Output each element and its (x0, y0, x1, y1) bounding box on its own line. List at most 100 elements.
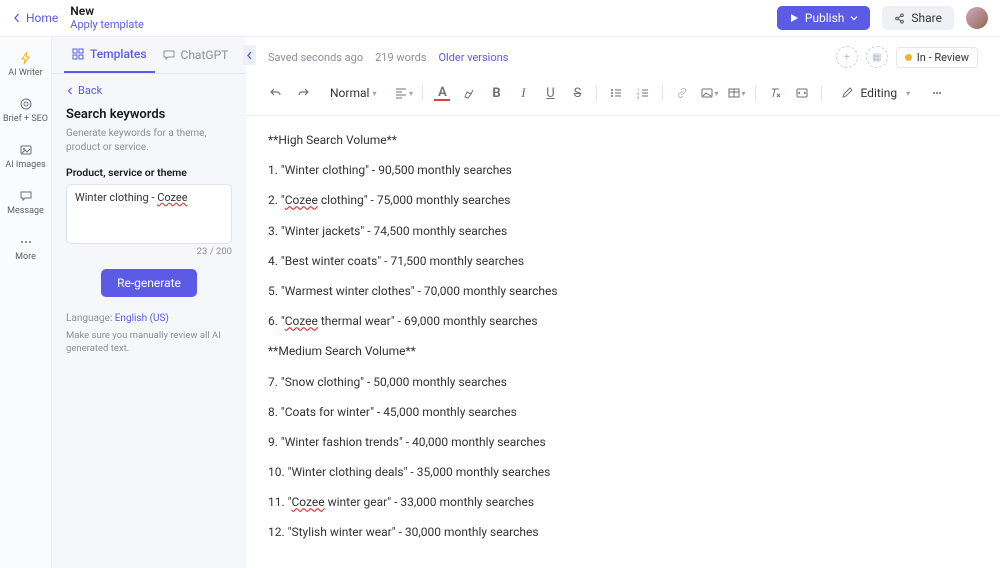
chevron-left-icon (12, 13, 22, 23)
doc-line: 8. "Coats for winter" - 45,000 monthly s… (268, 404, 978, 420)
chevron-down-icon: ▾ (741, 89, 745, 98)
svg-text:3: 3 (637, 95, 639, 100)
user-plus-icon: + (844, 52, 850, 63)
text-color-icon: A (434, 86, 450, 101)
link-button[interactable] (670, 81, 694, 105)
doc-line: 11. "Cozee winter gear" - 33,000 monthly… (268, 494, 978, 510)
undo-icon (269, 86, 283, 100)
review-status[interactable]: In - Review (896, 47, 978, 68)
doc-line: 4. "Best winter coats" - 71,500 monthly … (268, 253, 978, 269)
share-icon (894, 13, 905, 24)
code-icon (795, 86, 809, 100)
add-collaborator-button[interactable]: + (836, 46, 858, 68)
dots-icon (19, 235, 33, 249)
back-label: Back (78, 84, 102, 97)
text-color-button[interactable]: A (430, 81, 454, 105)
theme-input[interactable]: Winter clothing - Cozee (66, 184, 232, 244)
publish-button[interactable]: Publish (777, 6, 871, 30)
apply-template-link[interactable]: Apply template (70, 19, 143, 31)
back-link[interactable]: Back (52, 74, 246, 107)
collapse-panel-button[interactable] (243, 45, 256, 65)
bold-button[interactable]: B (484, 81, 508, 105)
chevron-down-icon: ▾ (714, 89, 718, 98)
side-panel: Templates ChatGPT Back Search keywords G… (52, 37, 246, 568)
share-label: Share (911, 11, 942, 25)
style-label: Normal (330, 86, 369, 100)
doc-line: **High Search Volume** (268, 132, 978, 148)
rail-label: Message (7, 206, 44, 216)
chat-icon (163, 49, 175, 61)
chat-icon (19, 189, 33, 203)
mode-select[interactable]: Editing▾ (835, 86, 916, 100)
doc-line: 6. "Cozee thermal wear" - 69,000 monthly… (268, 313, 978, 329)
rail-label: Brief + SEO (3, 114, 48, 124)
image-button[interactable]: ▾ (697, 81, 721, 105)
doc-line: 9. "Winter fashion trends" - 40,000 mont… (268, 434, 978, 450)
document-content[interactable]: **High Search Volume** 1. "Winter clothi… (246, 116, 1000, 568)
clear-format-button[interactable] (763, 81, 787, 105)
regenerate-button[interactable]: Re-generate (101, 269, 197, 297)
saved-status: Saved seconds ago (268, 51, 363, 64)
table-button[interactable]: ▾ (724, 81, 748, 105)
rail-label: AI Writer (8, 68, 42, 78)
older-versions-link[interactable]: Older versions (438, 51, 508, 64)
chevron-left-icon (246, 51, 253, 60)
rail-more[interactable]: More (0, 230, 51, 267)
chevron-left-icon (66, 87, 74, 95)
avatar[interactable] (966, 7, 988, 29)
rail-ai-images[interactable]: AI Images (0, 138, 51, 175)
doc-line: 2. "Cozee clothing" - 75,000 monthly sea… (268, 192, 978, 208)
strikethrough-button[interactable]: S (565, 81, 589, 105)
mode-label: Editing (860, 86, 897, 100)
list-numbered-icon: 123 (636, 86, 650, 100)
share-button[interactable]: Share (882, 6, 954, 30)
paragraph-style-select[interactable]: Normal▾ (324, 86, 382, 100)
rail-brief-seo[interactable]: Brief + SEO (0, 92, 51, 129)
more-options-button[interactable] (925, 81, 949, 105)
tab-templates[interactable]: Templates (64, 37, 155, 73)
highlighter-icon (462, 86, 476, 100)
clear-format-icon (768, 86, 782, 100)
home-label: Home (26, 11, 58, 25)
align-left-icon (394, 86, 408, 100)
chevron-down-icon: ▾ (409, 89, 413, 98)
tab-label: ChatGPT (181, 48, 229, 62)
title-block: New Apply template (70, 5, 143, 30)
strikethrough-icon: S (574, 86, 582, 101)
bold-icon: B (492, 86, 500, 101)
rail-ai-writer[interactable]: AI Writer (0, 46, 51, 83)
numbered-list-button[interactable]: 123 (631, 81, 655, 105)
undo-button[interactable] (264, 81, 288, 105)
highlight-button[interactable] (457, 81, 481, 105)
language-link[interactable]: English (US) (115, 313, 169, 324)
doc-line: 1. "Winter clothing" - 90,500 monthly se… (268, 162, 978, 178)
panel-description: Generate keywords for a theme, product o… (66, 127, 232, 154)
tab-label: Templates (90, 47, 147, 61)
rail-message[interactable]: Message (0, 184, 51, 221)
status-dot-icon (905, 54, 912, 61)
code-block-button[interactable] (790, 81, 814, 105)
underline-button[interactable]: U (538, 81, 562, 105)
media-button[interactable]: ▦ (866, 46, 888, 68)
char-counter: 23 / 200 (66, 246, 232, 257)
home-link[interactable]: Home (12, 11, 58, 25)
doc-line: 5. "Warmest winter clothes" - 70,000 mon… (268, 283, 978, 299)
bullet-list-button[interactable] (604, 81, 628, 105)
rail-label: AI Images (5, 160, 45, 170)
chevron-down-icon: ▾ (372, 89, 376, 98)
image-icon (700, 86, 714, 100)
field-label: Product, service or theme (66, 166, 232, 179)
tab-chatgpt[interactable]: ChatGPT (155, 37, 237, 73)
align-button[interactable]: ▾ (391, 81, 415, 105)
pencil-icon (841, 87, 853, 99)
status-label: In - Review (917, 51, 969, 64)
redo-button[interactable] (291, 81, 315, 105)
doc-title[interactable]: New (70, 5, 143, 18)
doc-line: **Medium Search Volume** (268, 343, 978, 359)
doc-line: 10. "Winter clothing deals" - 35,000 mon… (268, 464, 978, 480)
play-icon (789, 13, 799, 23)
rail-label: More (15, 252, 36, 262)
chevron-down-icon (850, 14, 858, 22)
grid-icon (72, 48, 84, 60)
italic-button[interactable]: I (511, 81, 535, 105)
